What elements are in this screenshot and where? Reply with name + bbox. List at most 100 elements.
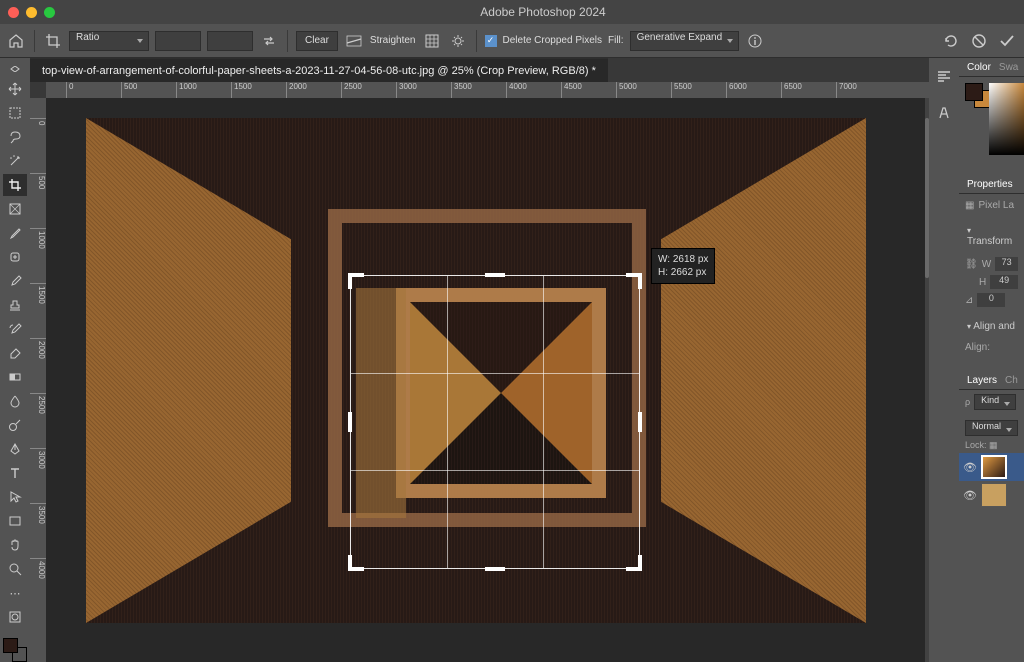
height-input[interactable]: 49: [990, 275, 1018, 289]
rectangle-tool[interactable]: [3, 510, 27, 532]
layer-row-1[interactable]: 👁: [959, 453, 1024, 481]
delete-cropped-checkbox[interactable]: ✓: [485, 35, 497, 47]
ruler-tick: 3500: [451, 82, 472, 98]
ruler-tick: 0: [30, 118, 46, 125]
crop-handle-t[interactable]: [485, 273, 505, 277]
text-tool[interactable]: [3, 462, 27, 484]
quick-mask-icon[interactable]: [3, 606, 27, 628]
crop-handle-r[interactable]: [638, 412, 642, 432]
layers-blend-row: Normal: [959, 418, 1024, 438]
delete-cropped-label: Delete Cropped Pixels: [503, 35, 603, 46]
eyedropper-tool[interactable]: [3, 222, 27, 244]
layer-filter-select[interactable]: Kind: [974, 394, 1016, 410]
ruler-tick: 4000: [506, 82, 527, 98]
vertical-ruler[interactable]: 0 500 1000 1500 2000 2500 3000 3500 4000: [30, 98, 46, 662]
blend-mode-label: Normal: [972, 421, 1001, 431]
layer-thumbnail[interactable]: [981, 483, 1007, 507]
toolbox: ⋯: [0, 58, 30, 662]
crop-handle-b[interactable]: [485, 567, 505, 571]
crop-handle-l[interactable]: [348, 412, 352, 432]
crop-handle-bl[interactable]: [348, 555, 352, 571]
width-input[interactable]: 73: [995, 257, 1018, 271]
tab-color[interactable]: Color: [967, 62, 991, 73]
crop-handle-tl[interactable]: [348, 273, 352, 289]
visibility-toggle[interactable]: 👁: [963, 461, 977, 474]
cancel-crop-icon[interactable]: [968, 30, 990, 52]
layer-thumbnail[interactable]: [981, 455, 1007, 479]
layers-lock-row: Lock: ▦: [959, 438, 1024, 453]
crop-settings-icon[interactable]: [448, 31, 468, 51]
visibility-toggle[interactable]: 👁: [963, 489, 977, 502]
ruler-tick: 4500: [561, 82, 582, 98]
close-traffic-light[interactable]: [8, 7, 19, 18]
fill-select[interactable]: Generative Expand: [630, 31, 740, 51]
dodge-tool[interactable]: [3, 414, 27, 436]
align-section-header[interactable]: Align and: [959, 317, 1024, 336]
lasso-tool[interactable]: [3, 126, 27, 148]
path-select-tool[interactable]: [3, 486, 27, 508]
pen-tool[interactable]: [3, 438, 27, 460]
move-tool[interactable]: [3, 78, 27, 100]
angle-icon: ⊿: [965, 295, 973, 306]
rect-marquee-tool[interactable]: [3, 102, 27, 124]
crop-handle-tr[interactable]: [638, 273, 642, 289]
paragraph-styles-icon[interactable]: [933, 66, 955, 88]
horizontal-ruler[interactable]: 0 500 1000 1500 2000 2500 3000 3500 4000…: [46, 82, 929, 98]
blur-tool[interactable]: [3, 390, 27, 412]
link-wh-icon[interactable]: ⛓: [965, 259, 978, 270]
transform-section-header[interactable]: Transform: [959, 221, 1024, 251]
eraser-tool[interactable]: [3, 342, 27, 364]
crop-handle-br[interactable]: [638, 555, 642, 571]
glyphs-icon[interactable]: [933, 102, 955, 124]
tab-properties[interactable]: Properties: [967, 179, 1013, 190]
history-brush-tool[interactable]: [3, 318, 27, 340]
straighten-icon[interactable]: [344, 31, 364, 51]
ratio-mode-select[interactable]: Ratio: [69, 31, 149, 51]
foreground-swatch[interactable]: [3, 638, 18, 653]
brush-tool[interactable]: [3, 270, 27, 292]
ratio-width-input[interactable]: [155, 31, 201, 51]
edit-toolbar-icon[interactable]: [3, 62, 27, 76]
layer-row-2[interactable]: 👁: [959, 481, 1024, 509]
gradient-tool[interactable]: [3, 366, 27, 388]
lock-icons[interactable]: ▦: [989, 440, 998, 450]
crop-tool[interactable]: [3, 174, 27, 196]
vertical-scrollbar[interactable]: [925, 98, 929, 662]
document-tab[interactable]: top-view-of-arrangement-of-colorful-pape…: [30, 58, 608, 82]
hand-tool[interactable]: [3, 534, 27, 556]
info-icon[interactable]: [745, 31, 765, 51]
align-section: Align:: [959, 336, 1024, 363]
home-icon[interactable]: [6, 31, 26, 51]
scroll-thumb[interactable]: [925, 118, 929, 278]
color-fg-swatch[interactable]: [965, 83, 983, 101]
straighten-label[interactable]: Straighten: [370, 35, 416, 46]
frame-tool[interactable]: [3, 198, 27, 220]
zoom-tool[interactable]: [3, 558, 27, 580]
heal-tool[interactable]: [3, 246, 27, 268]
clear-button[interactable]: Clear: [296, 31, 338, 51]
maximize-traffic-light[interactable]: [44, 7, 55, 18]
reset-crop-icon[interactable]: [940, 30, 962, 52]
color-picker-box[interactable]: [989, 83, 1024, 155]
tab-swatches[interactable]: Swa: [999, 62, 1018, 73]
swap-dimensions-icon[interactable]: [259, 31, 279, 51]
ruler-tick: 3000: [396, 82, 417, 98]
wand-tool[interactable]: [3, 150, 27, 172]
ratio-height-input[interactable]: [207, 31, 253, 51]
tab-channels[interactable]: Ch: [1005, 375, 1018, 386]
layer-filter-label: Kind: [981, 395, 999, 405]
commit-crop-icon[interactable]: [996, 30, 1018, 52]
ruler-tick: 1000: [30, 228, 46, 249]
stamp-tool[interactable]: [3, 294, 27, 316]
canvas[interactable]: W: 2618 px H: 2662 px: [46, 98, 925, 662]
crop-rect[interactable]: [351, 276, 639, 568]
blend-mode-select[interactable]: Normal: [965, 420, 1018, 436]
edit-toolbar-dots[interactable]: ⋯: [3, 582, 27, 604]
minimize-traffic-light[interactable]: [26, 7, 37, 18]
grid-overlay-icon[interactable]: [422, 31, 442, 51]
tab-layers[interactable]: Layers: [967, 375, 997, 386]
angle-input[interactable]: 0: [977, 293, 1005, 307]
foreground-background-swatches[interactable]: [3, 638, 27, 662]
workspace: ⋯ top-view-of-arrangement-of-colorful-pa…: [0, 58, 1024, 662]
crop-tool-icon[interactable]: [43, 31, 63, 51]
